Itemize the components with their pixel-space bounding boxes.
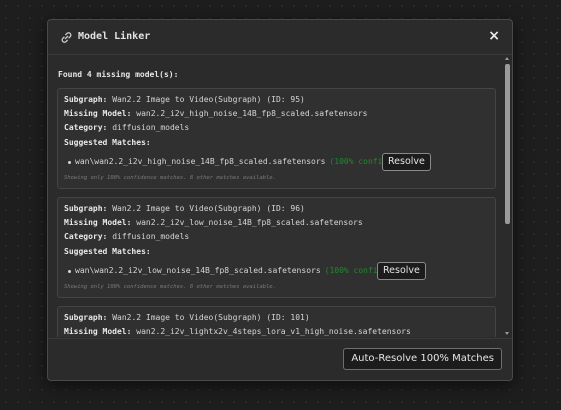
- dialog-title: Model Linker: [78, 31, 151, 42]
- missing-model-card: Subgraph: Wan2.2 Image to Video(Subgraph…: [57, 88, 496, 189]
- category-line: Category: diffusion_models: [64, 123, 190, 132]
- scroll-up-arrow-icon[interactable]: [505, 57, 509, 60]
- scrollbar-thumb[interactable]: [505, 64, 510, 224]
- missing-model-line: Missing Model: wan2.2_i2v_low_noise_14B_…: [64, 218, 363, 227]
- missing-model-line: Missing Model: wan2.2_i2v_high_noise_14B…: [64, 109, 368, 118]
- suggested-heading: Suggested Matches:: [64, 247, 151, 256]
- scroll-down-arrow-icon[interactable]: [505, 332, 509, 335]
- suggested-match: wan\wan2.2_i2v_low_noise_14B_fp8_scaled.…: [75, 266, 407, 275]
- dialog-header: Model Linker ×: [48, 20, 512, 55]
- category-line: Category: diffusion_models: [64, 232, 190, 241]
- match-note: Showing only 100% confidence matches. 8 …: [64, 175, 276, 181]
- match-note: Showing only 100% confidence matches. 8 …: [64, 284, 276, 290]
- bullet-icon: [68, 161, 71, 164]
- missing-model-card: Subgraph: Wan2.2 Image to Video(Subgraph…: [57, 306, 496, 337]
- missing-model-line: Missing Model: wan2.2_i2v_lightx2v_4step…: [64, 327, 411, 336]
- dialog-footer: Auto-Resolve 100% Matches: [48, 338, 512, 380]
- scrollbar[interactable]: [504, 55, 511, 337]
- link-icon: [61, 32, 72, 43]
- suggested-heading: Suggested Matches:: [64, 138, 151, 147]
- subgraph-line: Subgraph: Wan2.2 Image to Video(Subgraph…: [64, 204, 305, 213]
- dialog-content[interactable]: Found 4 missing model(s): Subgraph: Wan2…: [48, 55, 504, 337]
- resolve-button[interactable]: Resolve: [377, 262, 426, 280]
- model-linker-dialog: Model Linker × Found 4 missing model(s):…: [47, 19, 513, 381]
- close-icon[interactable]: ×: [488, 28, 500, 44]
- subgraph-line: Subgraph: Wan2.2 Image to Video(Subgraph…: [64, 95, 305, 104]
- resolve-button[interactable]: Resolve: [382, 153, 431, 171]
- bullet-icon: [68, 270, 71, 273]
- missing-summary: Found 4 missing model(s):: [58, 70, 179, 79]
- suggested-match: wan\wan2.2_i2v_high_noise_14B_fp8_scaled…: [75, 157, 412, 166]
- subgraph-line: Subgraph: Wan2.2 Image to Video(Subgraph…: [64, 313, 310, 322]
- auto-resolve-button[interactable]: Auto-Resolve 100% Matches: [343, 348, 502, 370]
- missing-model-card: Subgraph: Wan2.2 Image to Video(Subgraph…: [57, 197, 496, 298]
